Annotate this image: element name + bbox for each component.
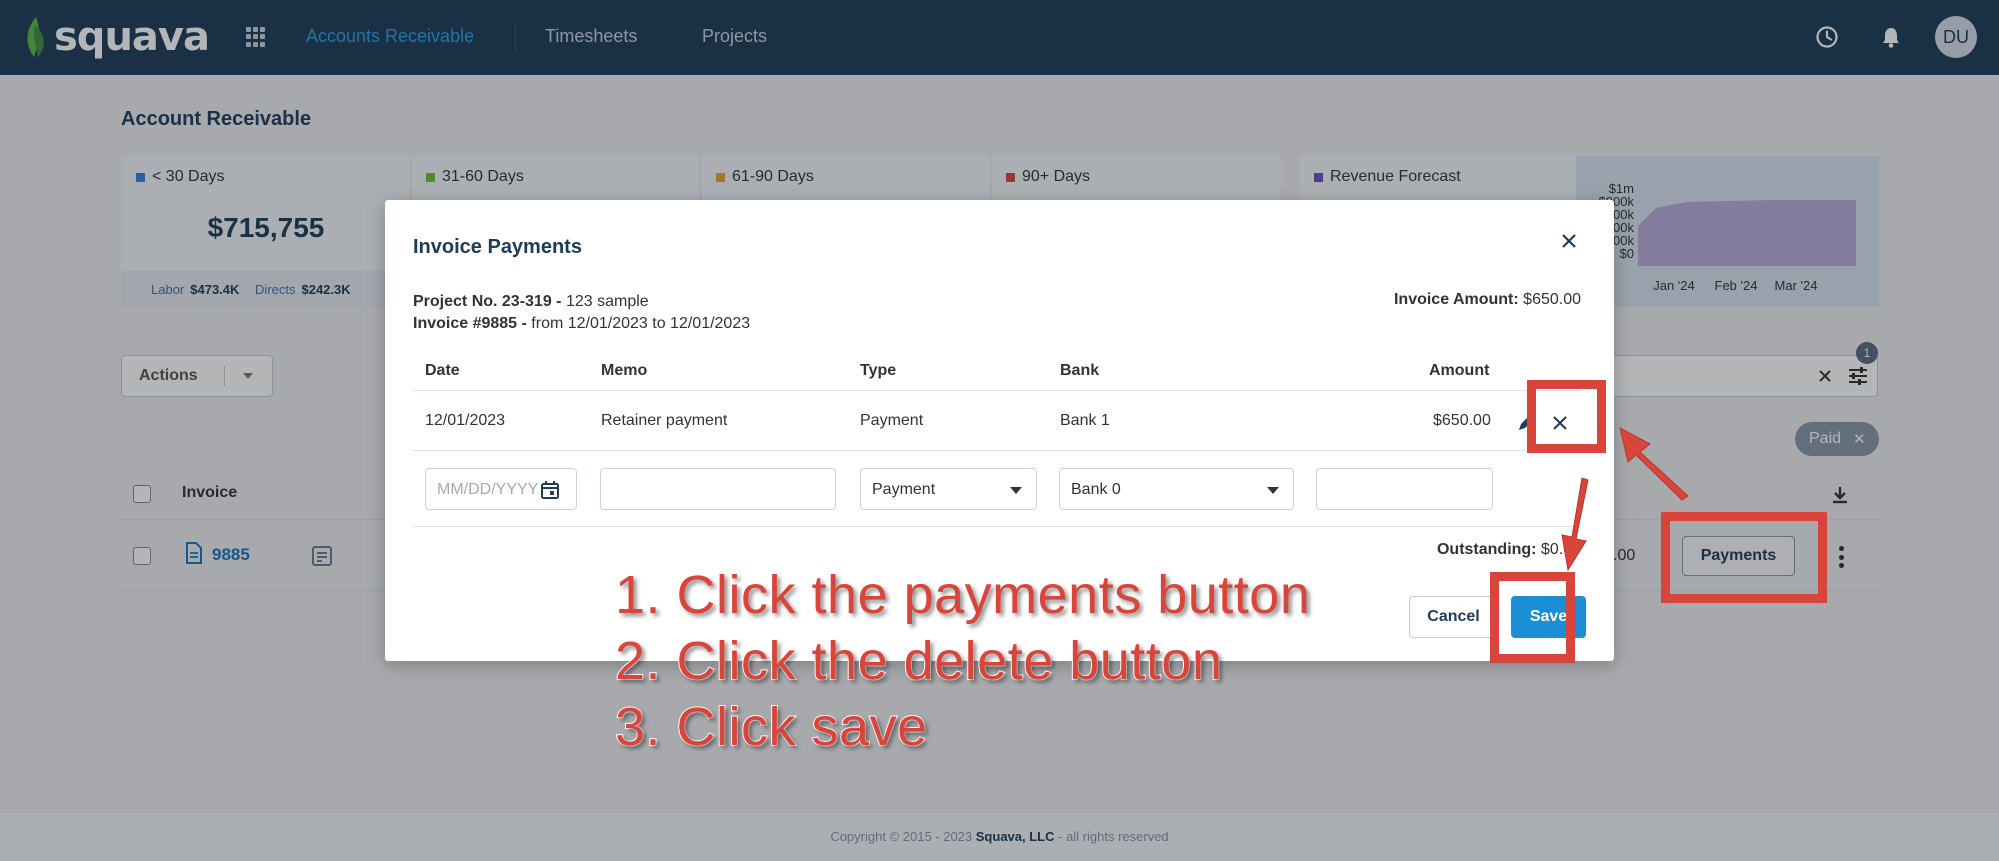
instruction-step-2: 2. Click the delete button [614, 630, 1223, 692]
arrow-to-delete [1619, 427, 1689, 501]
instruction-text: 1. Click the payments button 2. Click th… [614, 562, 1311, 760]
instruction-step-1: 1. Click the payments button [614, 564, 1311, 626]
instruction-step-3: 3. Click save [614, 696, 928, 758]
arrow-to-save [1561, 477, 1589, 572]
